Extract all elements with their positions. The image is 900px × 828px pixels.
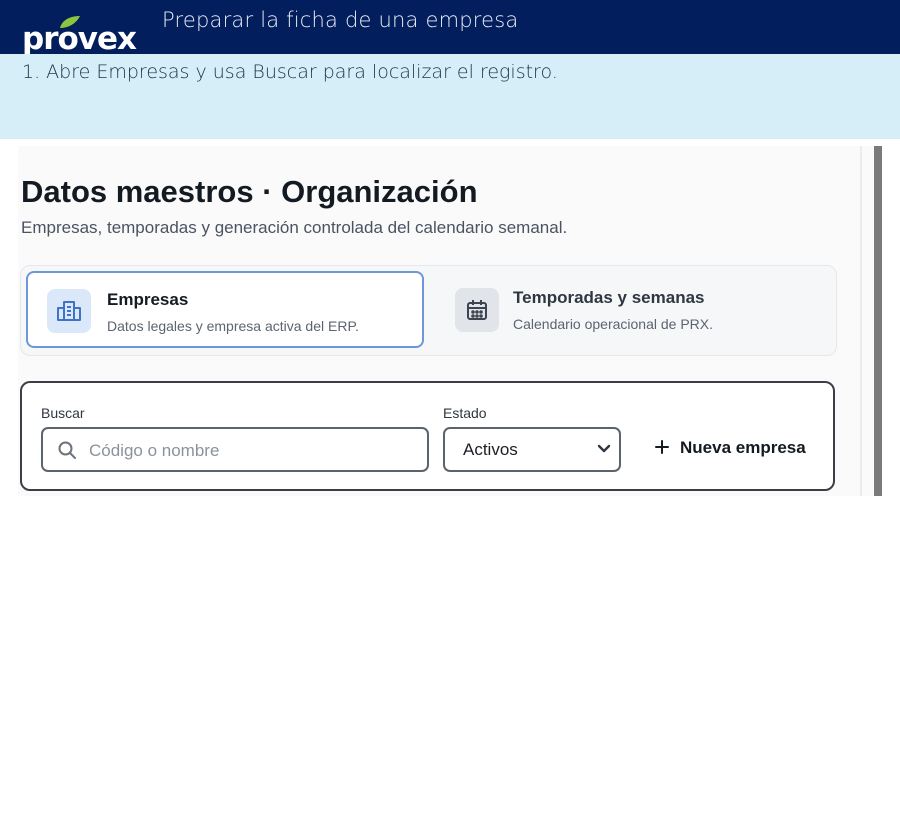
state-select-value: Activos <box>463 440 518 459</box>
tab-description: Calendario operacional de PRX. <box>513 316 714 332</box>
search-icon <box>58 441 76 459</box>
search-label: Buscar <box>41 405 85 421</box>
calendar-icon <box>455 288 499 332</box>
filter-panel: Buscar Estado Activos Nueva empresa <box>20 381 835 491</box>
chevron-down-icon <box>597 444 611 453</box>
section-title: Datos maestros · Organización <box>21 174 478 209</box>
section-subtitle: Empresas, temporadas y generación contro… <box>21 218 568 237</box>
search-box[interactable] <box>41 427 429 472</box>
new-company-label: Nueva empresa <box>680 438 806 457</box>
step-instruction-band: 1. Abre Empresas y usa Buscar para local… <box>0 54 900 139</box>
top-bar: provex Preparar la ficha de una empresa <box>0 0 900 56</box>
tab-empresas[interactable]: Empresas Datos legales y empresa activa … <box>26 271 424 348</box>
state-label: Estado <box>443 405 487 421</box>
logo-text: provex <box>22 21 137 57</box>
new-company-button[interactable]: Nueva empresa <box>648 435 808 465</box>
building-icon <box>47 289 91 333</box>
panel-divider <box>860 146 862 496</box>
provex-logo: provex <box>20 14 152 56</box>
step-instruction: 1. Abre Empresas y usa Buscar para local… <box>22 61 558 83</box>
plus-icon <box>655 440 669 454</box>
page-title: Preparar la ficha de una empresa <box>162 8 519 32</box>
tab-description: Datos legales y empresa activa del ERP. <box>107 318 359 334</box>
state-select[interactable]: Activos <box>443 427 621 472</box>
app-screenshot: Datos maestros · Organización Empresas, … <box>18 146 882 496</box>
tab-temporadas[interactable]: Temporadas y semanas Calendario operacio… <box>433 271 829 348</box>
search-input[interactable] <box>87 431 421 470</box>
tab-title: Temporadas y semanas <box>513 288 705 307</box>
section-tabs: Empresas Datos legales y empresa activa … <box>20 265 837 356</box>
scrollbar[interactable] <box>874 146 882 496</box>
tab-title: Empresas <box>107 290 189 309</box>
